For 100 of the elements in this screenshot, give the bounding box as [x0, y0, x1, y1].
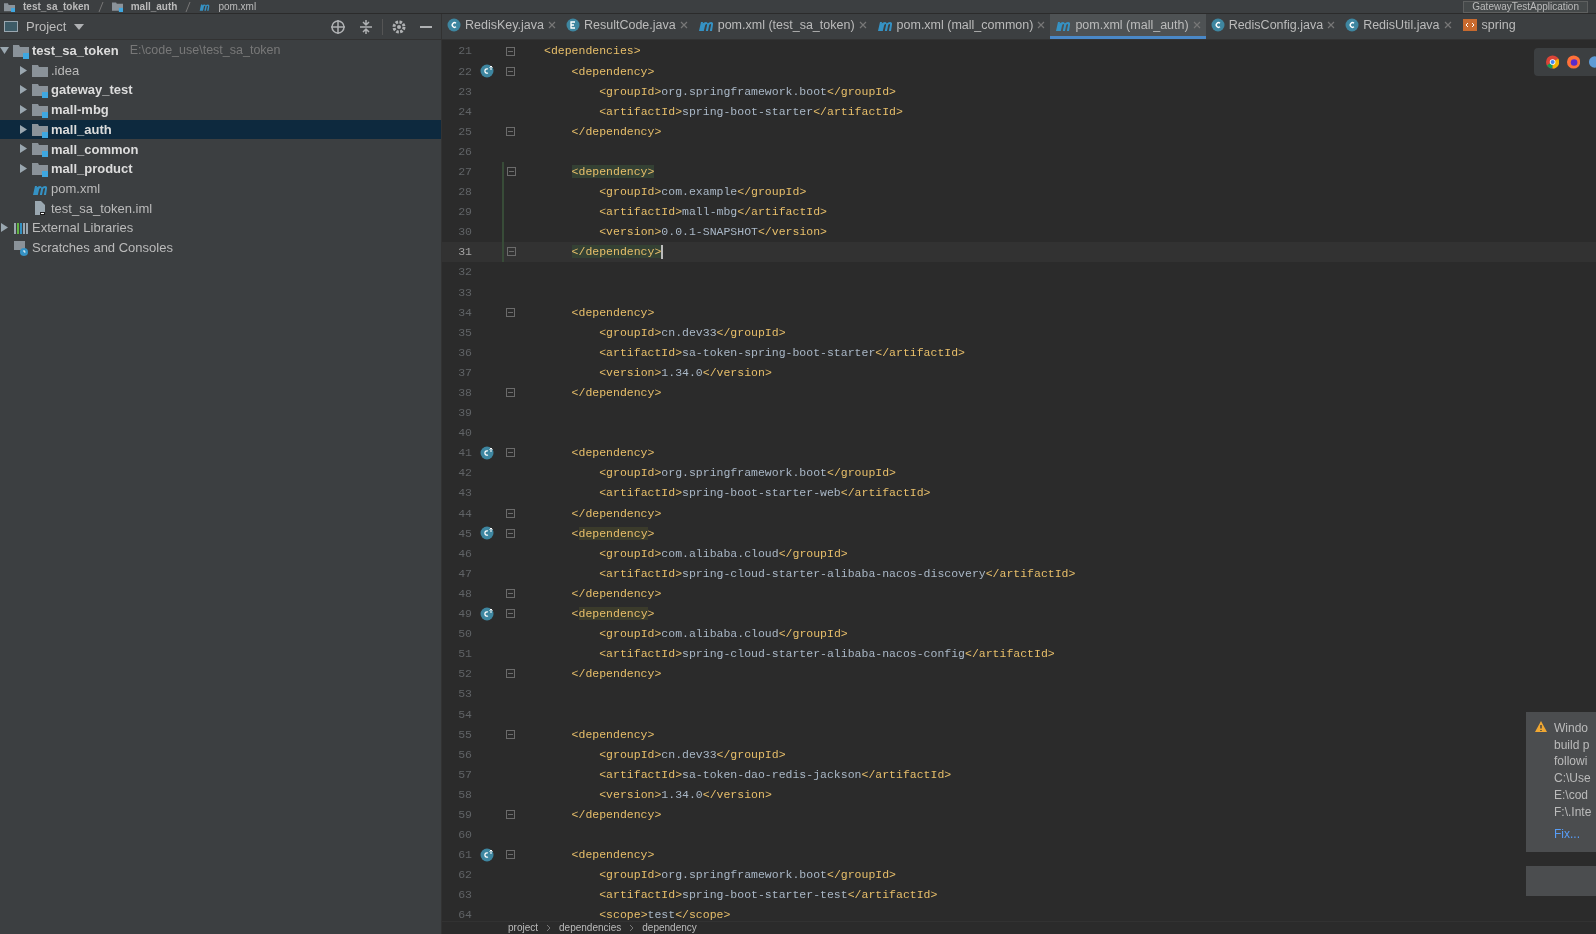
tree-item-label[interactable]: mall_common [51, 139, 139, 160]
fold-icon[interactable] [505, 528, 515, 538]
fold-icon[interactable] [505, 46, 515, 56]
tree-item-label[interactable]: pom.xml [51, 178, 101, 199]
settings-icon[interactable] [391, 18, 407, 35]
tree-item-label[interactable]: External Libraries [32, 218, 134, 238]
tree-item-label[interactable]: test_sa_token.iml [51, 198, 153, 219]
fold-icon[interactable] [505, 850, 515, 860]
breadcrumb-item[interactable]: dependency [642, 923, 697, 933]
editor-tab[interactable]: spring [1456, 14, 1521, 39]
chrome-icon[interactable] [1546, 55, 1560, 69]
tree-item-label[interactable]: test_sa_token [32, 41, 119, 61]
collapsed-arrow-icon[interactable] [19, 65, 29, 76]
override-marker-icon[interactable] [480, 847, 494, 862]
breadcrumb-item[interactable]: pom.xml [218, 1, 257, 12]
tree-item-label[interactable]: mall-mbg [51, 100, 109, 120]
line-number: 31 [457, 244, 472, 261]
line-number: 54 [457, 706, 472, 723]
editor-tab[interactable]: pom.xml (mall_common) [871, 14, 1051, 39]
editor-tab[interactable]: ResultCode.java [561, 14, 693, 39]
tree-item-label[interactable]: gateway_test [51, 80, 133, 100]
fix-link[interactable]: Fix... [1554, 826, 1592, 843]
close-icon[interactable] [1443, 21, 1452, 29]
breadcrumb-item[interactable]: mall_auth [130, 1, 178, 12]
line-number: 58 [457, 786, 472, 803]
collapsed-arrow-icon[interactable] [19, 144, 29, 155]
breadcrumb-item[interactable]: test_sa_token [23, 1, 90, 12]
close-icon[interactable] [679, 21, 688, 29]
override-marker-icon[interactable] [480, 606, 494, 621]
notification-text: C:\Use [1554, 770, 1592, 787]
line-number: 41 [457, 445, 472, 462]
fold-icon[interactable] [505, 508, 515, 518]
breadcrumb-item[interactable]: dependencies [559, 923, 622, 933]
close-icon[interactable] [858, 21, 867, 29]
code-line: <artifactId>spring-boot-starter-test</artifactId> [599, 888, 938, 902]
fold-icon[interactable] [505, 609, 515, 619]
code-line: <dependency> [571, 727, 655, 741]
fold-icon[interactable] [506, 247, 516, 257]
code-line: </dependency> [571, 667, 662, 681]
line-number: 55 [457, 726, 472, 743]
code-line: <dependency> [571, 848, 655, 862]
code-line: <groupId>org.springframework.boot</groupId> [599, 868, 896, 882]
fold-icon[interactable] [505, 448, 515, 458]
code-line: </dependency> [571, 124, 662, 138]
breadcrumb-item[interactable]: project [508, 923, 538, 933]
fold-icon[interactable] [505, 66, 515, 76]
code-line: <artifactId>mall-mbg</artifactId> [599, 205, 827, 219]
tree-item-label[interactable]: .idea [51, 60, 80, 81]
editor-tab[interactable]: RedisKey.java [442, 14, 561, 39]
module-folder-icon [32, 101, 48, 118]
fold-icon[interactable] [506, 167, 516, 177]
line-number: 36 [457, 344, 472, 361]
fold-icon[interactable] [505, 126, 515, 136]
browser-icon[interactable] [1588, 55, 1596, 69]
line-number: 28 [457, 184, 472, 201]
override-marker-icon[interactable] [480, 445, 494, 460]
editor-tab[interactable]: RedisConfig.java [1205, 14, 1341, 39]
code-line: </dependency> [571, 506, 662, 520]
line-number: 44 [457, 505, 472, 522]
close-icon[interactable] [1192, 21, 1201, 29]
collapsed-arrow-icon[interactable] [19, 163, 29, 174]
line-number: 26 [457, 143, 472, 160]
firefox-icon[interactable] [1567, 55, 1581, 69]
editor-tab[interactable]: RedisUtil.java [1340, 14, 1457, 39]
collapsed-arrow-icon[interactable] [19, 85, 29, 96]
library-icon [13, 220, 29, 237]
code-line: <groupId>com.alibaba.cloud</groupId> [599, 627, 848, 641]
fold-icon[interactable] [505, 669, 515, 679]
code-line: </dependency> [571, 586, 662, 600]
expanded-arrow-icon[interactable] [0, 45, 10, 56]
line-number: 60 [457, 827, 472, 844]
fold-icon[interactable] [505, 810, 515, 820]
locate-icon[interactable] [330, 18, 346, 35]
code-line: <dependency> [571, 64, 655, 78]
editor-tab[interactable]: pom.xml (test_sa_token) [692, 14, 872, 39]
override-marker-icon[interactable] [480, 64, 494, 79]
collapsed-arrow-icon[interactable] [19, 104, 29, 115]
panel-title[interactable]: Project [26, 16, 67, 37]
fold-icon[interactable] [505, 729, 515, 739]
module-folder-icon [32, 82, 48, 99]
close-icon[interactable] [548, 21, 556, 29]
close-icon[interactable] [1037, 21, 1046, 29]
fold-icon[interactable] [505, 589, 515, 599]
tree-item-label[interactable]: mall_auth [51, 119, 112, 140]
override-marker-icon[interactable] [480, 526, 494, 541]
tree-item-label[interactable]: mall_product [51, 159, 133, 179]
line-number: 49 [457, 606, 472, 623]
run-configuration[interactable]: GatewayTestApplication [1463, 0, 1588, 13]
editor-tab[interactable]: pom.xml (mall_auth) [1050, 14, 1206, 39]
line-number: 57 [457, 766, 472, 783]
tree-item-label[interactable]: Scratches and Consoles [32, 237, 173, 258]
close-icon[interactable] [1327, 21, 1336, 29]
line-number: 37 [457, 364, 472, 381]
line-number: 50 [457, 626, 472, 643]
fold-icon[interactable] [505, 388, 515, 398]
collapsed-arrow-icon[interactable] [0, 223, 10, 234]
dropdown-icon[interactable] [74, 23, 85, 30]
collapsed-arrow-icon[interactable] [19, 124, 29, 135]
fold-icon[interactable] [505, 307, 515, 317]
collapse-icon[interactable] [358, 18, 374, 35]
